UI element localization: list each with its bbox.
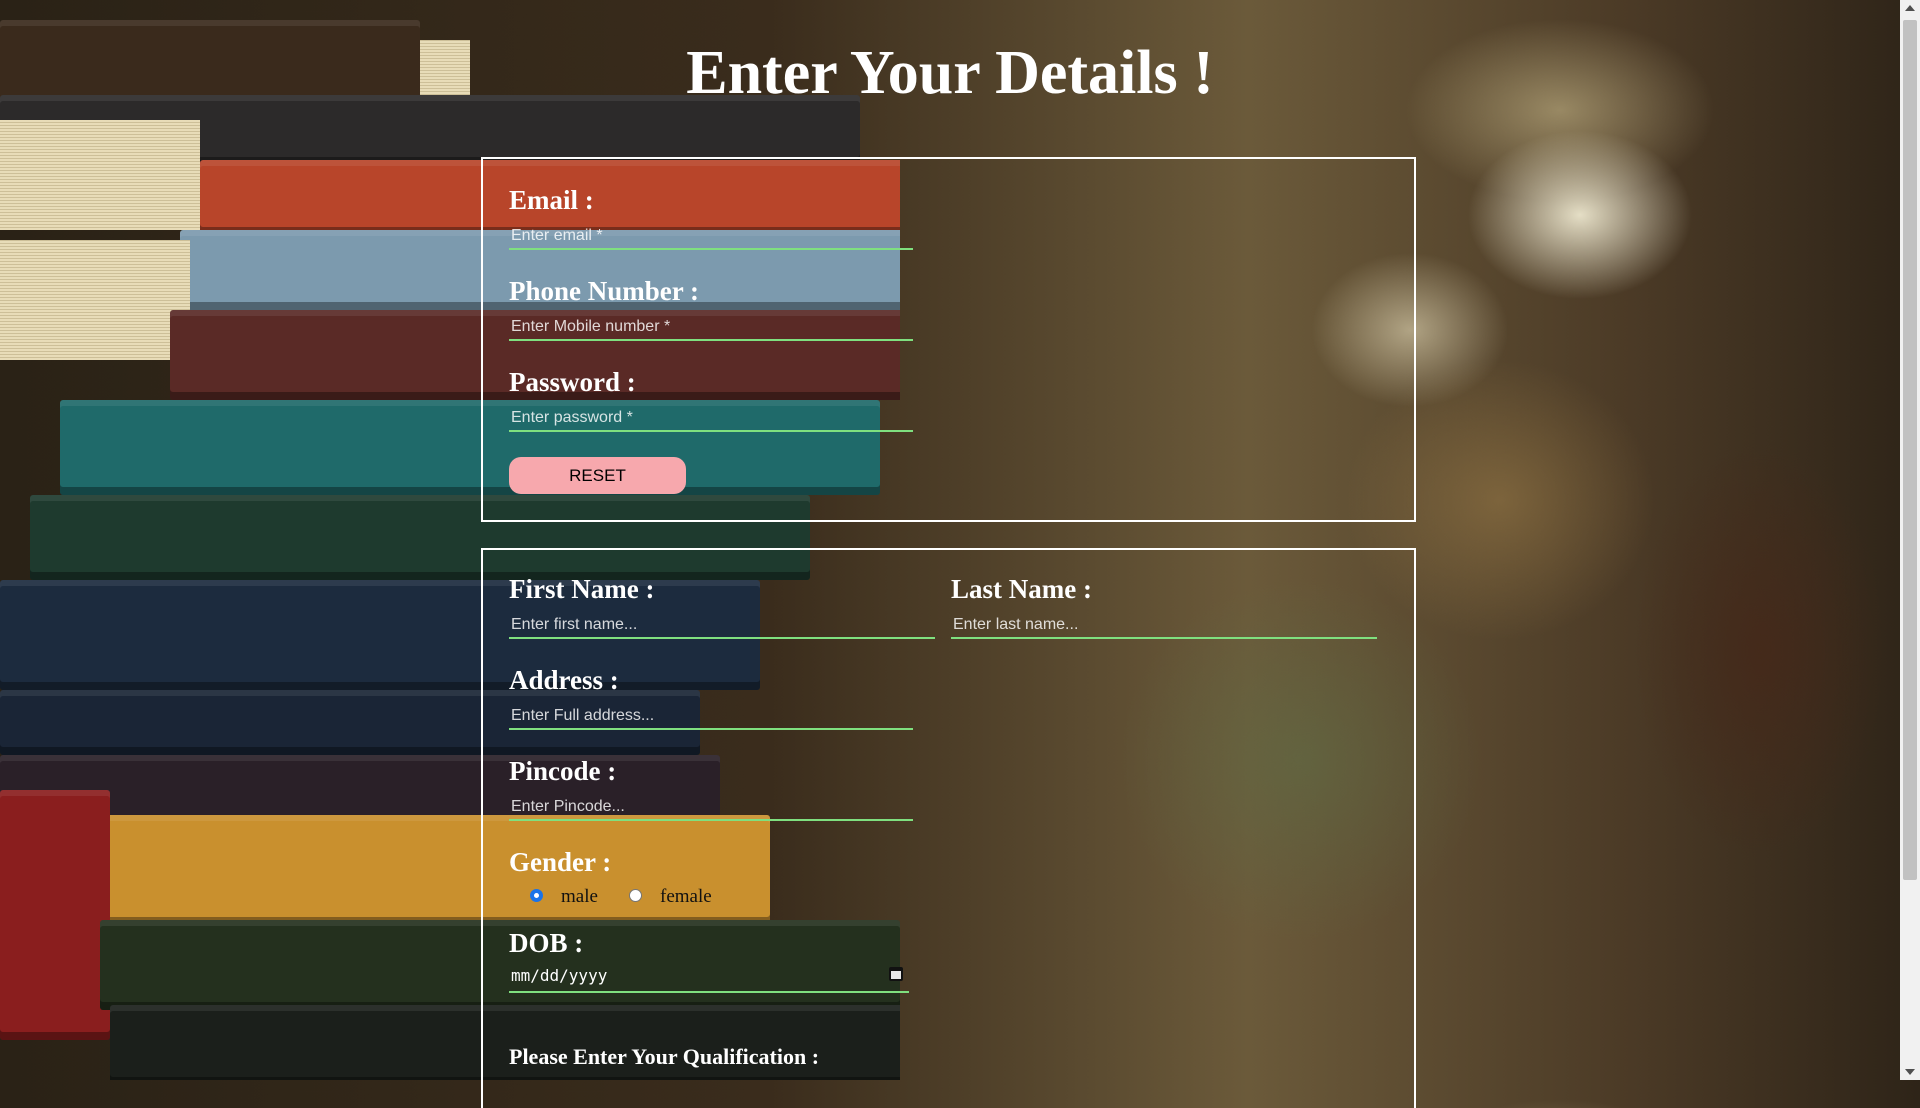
vertical-scrollbar[interactable] xyxy=(1900,0,1920,1080)
page-title: Enter Your Details ! xyxy=(686,39,1214,107)
first-name-label: First Name : xyxy=(509,574,655,604)
personal-details-panel: First Name : Last Name : Address : Pinco… xyxy=(481,548,1416,1108)
gender-male-radio[interactable] xyxy=(530,889,543,902)
address-field[interactable] xyxy=(509,704,913,730)
address-label: Address : xyxy=(509,665,619,695)
email-label: Email : xyxy=(509,185,594,215)
password-label: Password : xyxy=(509,367,636,397)
gender-female-radio[interactable] xyxy=(629,889,642,902)
phone-number-label: Phone Number : xyxy=(509,276,700,306)
phone-number-field[interactable] xyxy=(509,315,913,341)
calendar-icon[interactable] xyxy=(889,967,903,981)
scroll-up-icon[interactable] xyxy=(1905,5,1915,11)
dob-date-field[interactable]: mm/dd/yyyy xyxy=(509,961,909,993)
email-field[interactable] xyxy=(509,224,913,250)
qualification-heading: Please Enter Your Qualification : xyxy=(509,1044,820,1069)
gender-label: Gender : xyxy=(509,847,612,877)
pincode-label: Pincode : xyxy=(509,756,617,786)
scroll-down-icon[interactable] xyxy=(1905,1069,1915,1075)
reset-button[interactable]: RESET xyxy=(509,457,686,494)
account-details-panel: Email : Phone Number : Password : RESET xyxy=(481,157,1416,522)
gender-male-label: male xyxy=(561,886,598,907)
first-name-field[interactable] xyxy=(509,613,935,639)
gender-female-label: female xyxy=(660,886,712,907)
dob-placeholder: mm/dd/yyyy xyxy=(511,966,608,985)
password-field[interactable] xyxy=(509,406,913,432)
last-name-field[interactable] xyxy=(951,613,1377,639)
dob-label: DOB : xyxy=(509,928,584,958)
pincode-field[interactable] xyxy=(509,795,913,821)
last-name-label: Last Name : xyxy=(951,574,1092,604)
scroll-thumb[interactable] xyxy=(1903,20,1917,880)
